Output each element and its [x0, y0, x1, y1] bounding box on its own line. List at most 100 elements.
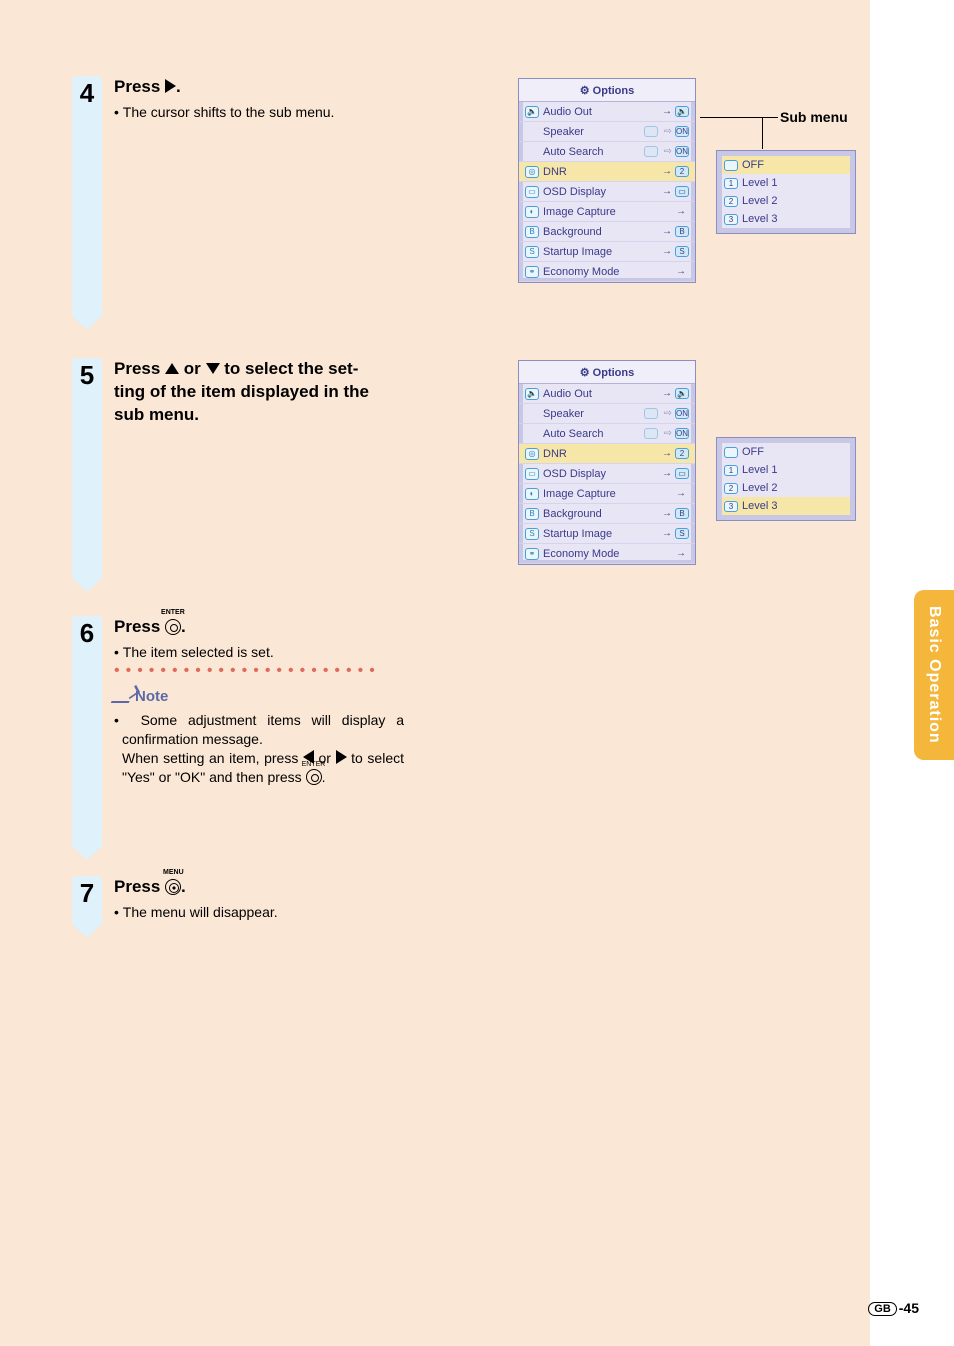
callout-line-h: [700, 117, 778, 118]
osd-toggle-icon: [644, 428, 658, 439]
osd-arrow-icon: →: [676, 266, 686, 277]
submenu-row: 2Level 2: [722, 479, 850, 497]
osd-row: ◎DNR→2: [519, 444, 695, 464]
page-number: GB-45: [868, 1300, 919, 1316]
submenu-callout-label: Sub menu: [780, 109, 848, 125]
callout-line-v: [762, 117, 763, 149]
osd-row-label: Startup Image: [543, 528, 662, 540]
note-text-2d: .: [322, 769, 326, 785]
text: .: [176, 77, 181, 96]
osd-row-label: Image Capture: [543, 206, 676, 218]
osd-row-label: Audio Out: [543, 106, 662, 118]
step-number: 6: [80, 618, 94, 649]
submenu-icon: 2: [724, 196, 738, 207]
submenu-label: Level 3: [742, 213, 777, 225]
submenu-row: 2 Level 2: [722, 192, 850, 210]
osd-row-icon: ◎: [525, 448, 539, 460]
up-triangle-icon: [165, 363, 179, 374]
right-triangle-icon: [336, 750, 347, 764]
osd-arrow-icon: →: [662, 508, 672, 519]
submenu-row: 1Level 1: [722, 461, 850, 479]
osd-row-label: Speaker: [543, 408, 644, 420]
submenu-icon: 3: [724, 501, 738, 512]
osd-row-icon: ▭: [525, 186, 539, 198]
submenu-label: OFF: [742, 446, 764, 458]
step-4: 4 Press . The cursor shifts to the sub m…: [72, 76, 404, 316]
enter-label: ENTER: [161, 608, 185, 617]
osd-value-icon: 2: [675, 448, 689, 459]
submenu-label: OFF: [742, 159, 764, 171]
step4-sub: The cursor shifts to the sub menu.: [114, 103, 404, 122]
osd-toggle-icon: [644, 146, 658, 157]
step-bar-5: 5: [72, 358, 102, 578]
osd-arrow-icon: ⇨: [664, 408, 672, 419]
osd-title-text: Options: [593, 85, 635, 97]
osd-title: ⚙ Options: [519, 79, 695, 102]
submenu-label: Level 2: [742, 195, 777, 207]
submenu-row: 1Level 1: [722, 174, 850, 192]
osd-row: 🔈Audio Out→🔈: [519, 102, 695, 122]
divider-dots: •••••••••••••••••••••••: [114, 662, 404, 680]
osd-value-icon: ▭: [675, 468, 689, 479]
osd-row-label: Auto Search: [543, 428, 644, 440]
note-text-1: Some adjustment items will display a con…: [122, 712, 404, 747]
side-tab: Basic Operation: [914, 590, 954, 760]
down-triangle-icon: [206, 363, 220, 374]
note-text-2a: When setting an item, press: [122, 750, 303, 766]
step-5: 5 Press or to select the set- ting of th…: [72, 358, 404, 578]
osd-value-icon: S: [675, 528, 689, 539]
osd-row: Auto Search⇨ON: [519, 424, 695, 444]
osd-value-icon: ON: [675, 146, 689, 157]
osd-row-label: OSD Display: [543, 468, 662, 480]
osd-arrow-icon: →: [676, 488, 686, 499]
submenu-icon: 2: [724, 483, 738, 494]
step-7: 7 Press MENU. The menu will disappear.: [72, 876, 404, 924]
step7-title: Press MENU.: [114, 876, 404, 899]
osd-row-icon: S: [525, 528, 539, 540]
submenu-icon: [724, 160, 738, 171]
text: .: [181, 617, 186, 636]
osd-row-label: Startup Image: [543, 246, 662, 258]
osd-row: ▭OSD Display→▭: [519, 182, 695, 202]
submenu-label: Level 1: [742, 464, 777, 476]
submenu-row: 3Level 3: [722, 497, 850, 515]
submenu-icon: [724, 447, 738, 458]
page-number-text: -45: [899, 1300, 919, 1316]
enter-button-icon: [306, 769, 322, 785]
submenu-icon: 3: [724, 214, 738, 225]
osd-arrow-icon: →: [676, 548, 686, 559]
osd-row: Speaker⇨ON: [519, 122, 695, 142]
text: Press: [114, 77, 165, 96]
text: Press: [114, 617, 165, 636]
region-badge: GB: [868, 1302, 897, 1316]
step6-sub: The item selected is set.: [114, 643, 404, 662]
osd-toggle-icon: [644, 408, 658, 419]
osd-row: SStartup Image→S: [519, 242, 695, 262]
osd-title: ⚙ Options: [519, 361, 695, 384]
osd-value-icon: ON: [675, 126, 689, 137]
osd-row-label: Economy Mode: [543, 266, 676, 278]
osd-row: BBackground→B: [519, 222, 695, 242]
osd-toggle-icon: [644, 126, 658, 137]
osd-row-label: DNR: [543, 166, 662, 178]
osd-row: Auto Search⇨ON: [519, 142, 695, 162]
osd-row-label: Auto Search: [543, 146, 644, 158]
submenu-row: OFF: [722, 443, 850, 461]
step-6: 6 Press ENTER. The item selected is set.…: [72, 616, 404, 846]
osd-row: Speaker ⇨ON: [519, 404, 695, 424]
step-bar-6: 6: [72, 616, 102, 846]
osd-row: ◎DNR→2: [519, 162, 695, 182]
osd-row-label: Image Capture: [543, 488, 676, 500]
osd-row-icon: ⚭: [525, 548, 539, 560]
osd-row: ◐Image Capture→: [519, 202, 695, 222]
submenu-row: OFF: [722, 156, 850, 174]
osd-row-label: Economy Mode: [543, 548, 676, 560]
osd-row-icon: ▭: [525, 468, 539, 480]
osd-value-icon: ON: [675, 408, 689, 419]
step-number: 5: [80, 360, 94, 391]
submenu-label: Level 1: [742, 177, 777, 189]
osd-row-label: Background: [543, 508, 662, 520]
osd-arrow-icon: ⇨: [664, 126, 672, 137]
note-body: Some adjustment items will display a con…: [114, 711, 404, 787]
osd-value-icon: B: [675, 226, 689, 237]
